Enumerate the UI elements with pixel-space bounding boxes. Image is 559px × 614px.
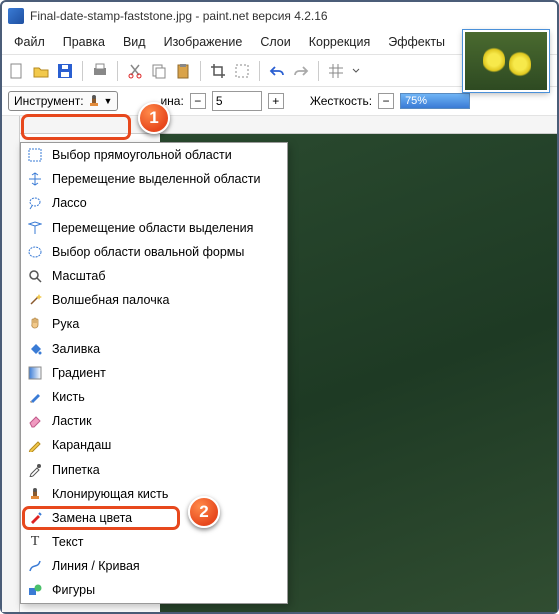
brush-width-input[interactable] <box>212 91 262 111</box>
move-selection-icon <box>27 220 43 236</box>
tool-label: Кисть <box>52 390 85 404</box>
tool-label: Фигуры <box>52 583 95 597</box>
zoom-icon <box>27 268 43 284</box>
chevron-down-icon: ▼ <box>104 96 113 106</box>
clone-stamp-icon <box>27 486 43 502</box>
callout-1: 1 <box>138 102 170 134</box>
eraser-icon <box>27 413 43 429</box>
tool-label: Ластик <box>52 414 92 428</box>
tool-label: Заливка <box>52 342 100 356</box>
hand-icon <box>27 316 43 332</box>
tool-dropdown: Выбор прямоугольной области Перемещение … <box>20 142 288 604</box>
menu-edit[interactable]: Правка <box>55 32 113 52</box>
tool-label: Перемещение области выделения <box>52 221 253 235</box>
chevron-down-icon[interactable] <box>351 63 361 79</box>
menu-view[interactable]: Вид <box>115 32 154 52</box>
image-thumbnail[interactable] <box>463 30 549 92</box>
grid-icon[interactable] <box>327 62 345 80</box>
plus-icon[interactable]: + <box>268 93 284 109</box>
pencil-icon <box>27 437 43 453</box>
recolor-icon <box>27 510 43 526</box>
undo-icon[interactable] <box>268 62 286 80</box>
gradient-icon <box>27 365 43 381</box>
shapes-icon <box>27 582 43 598</box>
magic-wand-icon <box>27 292 43 308</box>
tool-rect-select[interactable]: Выбор прямоугольной области <box>21 143 287 167</box>
tool-label: Лассо <box>52 196 87 210</box>
tool-lasso[interactable]: Лассо <box>21 191 287 215</box>
tool-move-selection[interactable]: Перемещение области выделения <box>21 216 287 240</box>
minus-icon[interactable]: − <box>190 93 206 109</box>
window-title: Final-date-stamp-faststone.jpg - paint.n… <box>30 9 328 23</box>
tool-hand[interactable]: Рука <box>21 312 287 336</box>
tool-label: Градиент <box>52 366 106 380</box>
copy-icon[interactable] <box>150 62 168 80</box>
titlebar: Final-date-stamp-faststone.jpg - paint.n… <box>2 2 557 30</box>
tool-move-selected[interactable]: Перемещение выделенной области <box>21 167 287 191</box>
tool-label: Перемещение выделенной области <box>52 172 260 186</box>
lasso-icon <box>27 195 43 211</box>
tool-color-picker[interactable]: Пипетка <box>21 457 287 481</box>
open-icon[interactable] <box>32 62 50 80</box>
tool-fill[interactable]: Заливка <box>21 337 287 361</box>
menu-image[interactable]: Изображение <box>156 32 251 52</box>
tool-ellipse-select[interactable]: Выбор области овальной формы <box>21 240 287 264</box>
tool-line[interactable]: Линия / Кривая <box>21 554 287 578</box>
line-icon <box>27 558 43 574</box>
ruler-horizontal <box>20 116 557 134</box>
tool-selector-button[interactable]: Инструмент: ▼ <box>8 91 118 111</box>
tool-label: Выбор прямоугольной области <box>52 148 232 162</box>
crop-icon[interactable] <box>209 62 227 80</box>
tool-label: Текст <box>52 535 83 549</box>
tool-label: Рука <box>52 317 79 331</box>
tool-brush[interactable]: Кисть <box>21 385 287 409</box>
menu-file[interactable]: Файл <box>6 32 53 52</box>
tool-gradient[interactable]: Градиент <box>21 361 287 385</box>
tool-text[interactable]: T Текст <box>21 530 287 554</box>
redo-icon[interactable] <box>292 62 310 80</box>
tool-label: Замена цвета <box>52 511 132 525</box>
tool-shapes[interactable]: Фигуры <box>21 578 287 602</box>
tool-pencil[interactable]: Карандаш <box>21 433 287 457</box>
new-icon[interactable] <box>8 62 26 80</box>
move-selected-icon <box>27 171 43 187</box>
menu-adjust[interactable]: Коррекция <box>301 32 378 52</box>
hardness-label: Жесткость: <box>310 94 372 108</box>
print-icon[interactable] <box>91 62 109 80</box>
tool-label: Пипетка <box>52 463 100 477</box>
pipette-icon <box>27 462 43 478</box>
tool-magic-wand[interactable]: Волшебная палочка <box>21 288 287 312</box>
tool-eraser[interactable]: Ластик <box>21 409 287 433</box>
ruler-vertical <box>2 116 20 612</box>
tool-selector-label: Инструмент: <box>14 94 84 108</box>
tool-label: Волшебная палочка <box>52 293 169 307</box>
clone-stamp-icon <box>87 94 101 108</box>
fill-icon <box>27 341 43 357</box>
hardness-value: 75% <box>405 95 427 107</box>
callout-2: 2 <box>188 496 220 528</box>
hardness-slider[interactable]: 75% <box>400 93 470 109</box>
text-icon: T <box>27 534 43 550</box>
deselect-icon[interactable] <box>233 62 251 80</box>
tool-clone-stamp[interactable]: Клонирующая кисть <box>21 482 287 506</box>
paste-icon[interactable] <box>174 62 192 80</box>
minus-icon[interactable]: − <box>378 93 394 109</box>
tool-label: Клонирующая кисть <box>52 487 168 501</box>
tool-recolor[interactable]: Замена цвета <box>21 506 287 530</box>
tool-label: Масштаб <box>52 269 105 283</box>
tool-label: Выбор области овальной формы <box>52 245 244 259</box>
app-icon <box>8 8 24 24</box>
brush-icon <box>27 389 43 405</box>
cut-icon[interactable] <box>126 62 144 80</box>
menu-layers[interactable]: Слои <box>252 32 298 52</box>
tool-label: Линия / Кривая <box>52 559 140 573</box>
tool-label: Карандаш <box>52 438 111 452</box>
rect-select-icon <box>27 147 43 163</box>
ellipse-select-icon <box>27 244 43 260</box>
menu-effects[interactable]: Эффекты <box>380 32 453 52</box>
save-icon[interactable] <box>56 62 74 80</box>
tool-zoom[interactable]: Масштаб <box>21 264 287 288</box>
